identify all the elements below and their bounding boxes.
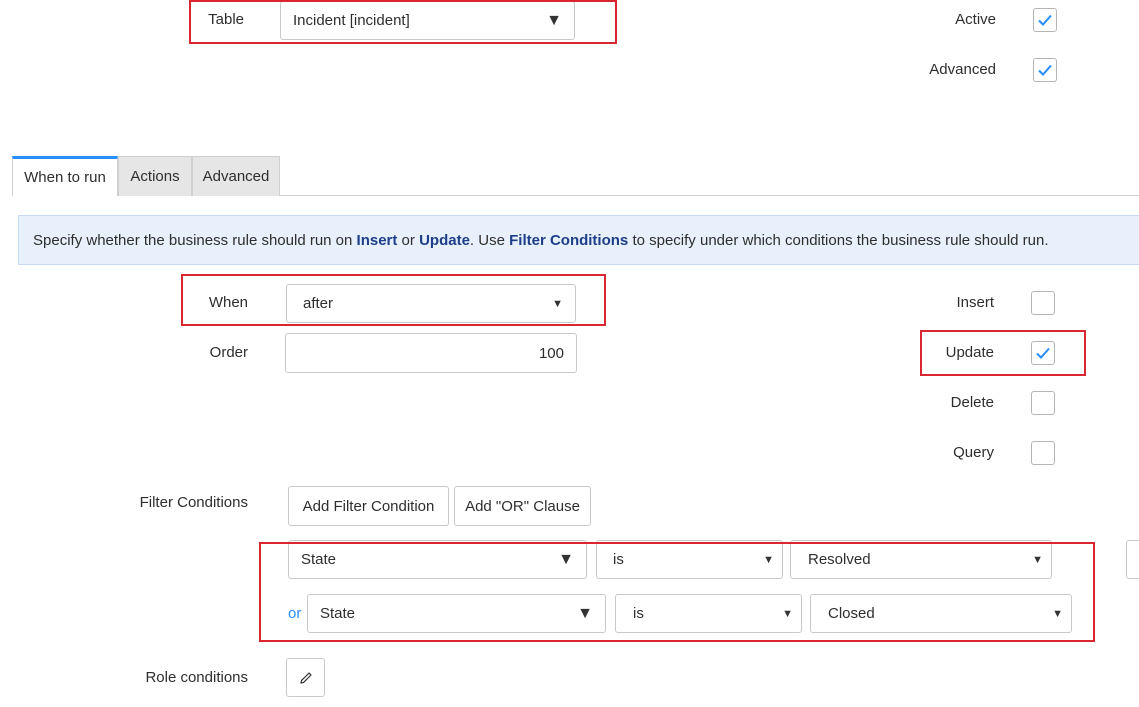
delete-checkbox[interactable] — [1031, 391, 1055, 415]
filter-field-select[interactable]: State ▼ — [288, 540, 587, 579]
info-text-1: Specify whether the business rule should… — [33, 231, 357, 249]
info-text-2: or — [397, 231, 420, 249]
advanced-label: Advanced — [929, 61, 996, 78]
role-conditions-label: Role conditions — [145, 669, 248, 686]
chevron-down-icon: ▼ — [782, 607, 793, 620]
query-checkbox[interactable] — [1031, 441, 1055, 465]
filter-operator-value: is — [633, 605, 644, 622]
chevron-down-icon: ▼ — [1052, 607, 1063, 620]
filter-operator-select[interactable]: is ▼ — [615, 594, 802, 633]
table-select[interactable]: Incident [incident] ▼ — [280, 1, 575, 40]
filter-value-select[interactable]: Resolved ▼ — [790, 540, 1052, 579]
chevron-down-icon: ▼ — [1032, 553, 1043, 566]
filter-field-value: State — [320, 605, 356, 622]
active-label: Active — [955, 11, 996, 28]
filter-row-action-button[interactable] — [1126, 540, 1139, 579]
delete-label: Delete — [950, 394, 994, 411]
filter-operator-value: is — [613, 551, 624, 568]
filter-operator-select[interactable]: is ▼ — [596, 540, 783, 579]
chevron-down-icon: ▼ — [577, 604, 593, 622]
info-text-3: . Use — [469, 231, 510, 249]
update-label: Update — [945, 344, 994, 361]
order-input[interactable]: 100 — [285, 333, 577, 373]
order-label: Order — [209, 344, 248, 361]
pencil-icon — [299, 671, 312, 684]
when-select[interactable]: after ▼ — [286, 284, 576, 323]
filter-conditions-label: Filter Conditions — [139, 494, 248, 511]
info-update: Update — [419, 231, 470, 249]
filter-value-value: Closed — [828, 605, 875, 622]
order-input-value: 100 — [538, 344, 564, 362]
filter-value-select[interactable]: Closed ▼ — [810, 594, 1072, 633]
table-select-value: Incident [incident] — [293, 12, 410, 29]
filter-value-value: Resolved — [808, 551, 871, 568]
add-or-clause-button[interactable]: Add "OR" Clause — [454, 486, 591, 526]
update-checkbox[interactable] — [1031, 341, 1055, 365]
when-label: When — [208, 294, 248, 311]
filter-field-value: State — [301, 551, 337, 568]
checkmark-icon — [1036, 347, 1050, 359]
insert-label: Insert — [956, 294, 994, 311]
chevron-down-icon: ▼ — [558, 550, 574, 568]
tab-when-to-run[interactable]: When to run — [12, 156, 118, 196]
add-filter-condition-button[interactable]: Add Filter Condition — [288, 486, 449, 526]
tab-strip-divider — [280, 195, 1139, 196]
table-label: Table — [208, 11, 244, 28]
info-insert: Insert — [356, 231, 398, 249]
checkmark-icon — [1038, 64, 1052, 76]
info-text-4: to specify under which conditions the bu… — [628, 231, 1049, 249]
chevron-down-icon: ▼ — [552, 297, 563, 310]
info-banner: Specify whether the business rule should… — [18, 215, 1139, 265]
chevron-down-icon: ▼ — [763, 553, 774, 566]
filter-field-select[interactable]: State ▼ — [307, 594, 606, 633]
advanced-checkbox[interactable] — [1033, 58, 1057, 82]
edit-role-conditions-button[interactable] — [286, 658, 325, 697]
tab-actions[interactable]: Actions — [118, 156, 192, 196]
or-connector: or — [288, 605, 302, 622]
checkmark-icon — [1038, 14, 1052, 26]
insert-checkbox[interactable] — [1031, 291, 1055, 315]
query-label: Query — [953, 444, 994, 461]
active-checkbox[interactable] — [1033, 8, 1057, 32]
tab-advanced[interactable]: Advanced — [192, 156, 280, 196]
info-filter-conditions: Filter Conditions — [509, 231, 629, 249]
chevron-down-icon: ▼ — [546, 11, 562, 29]
when-select-value: after — [303, 295, 334, 312]
